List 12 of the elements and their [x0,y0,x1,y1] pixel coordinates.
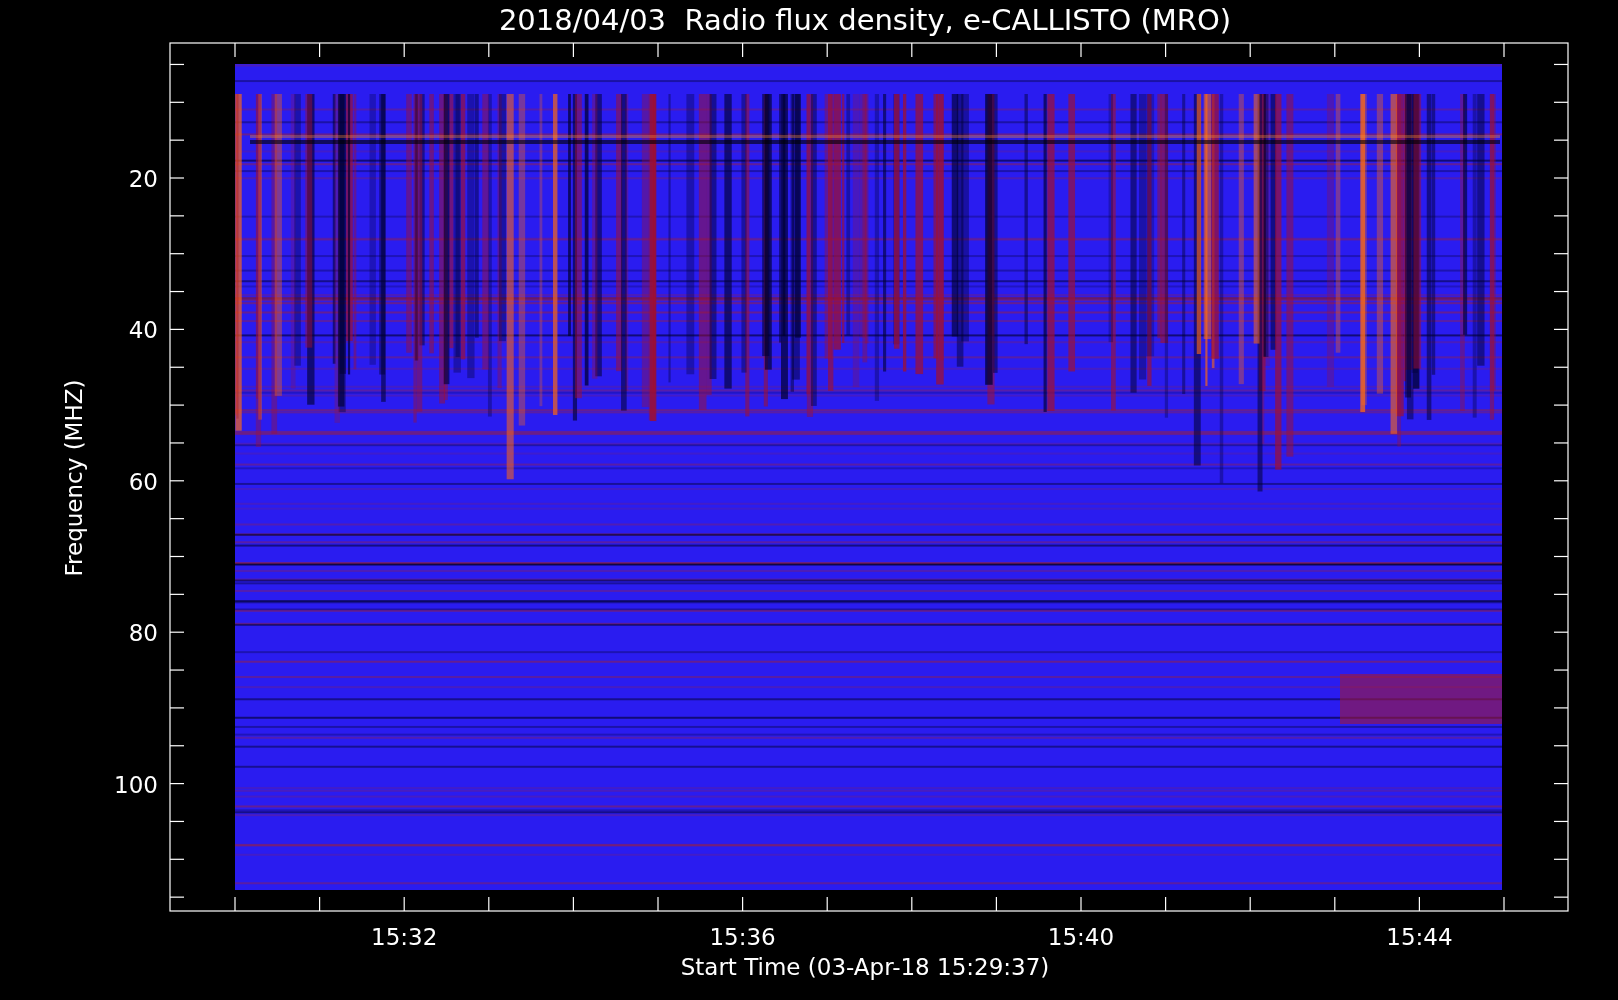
y-tick-label: 100 [114,771,158,798]
y-tick-label: 60 [128,468,158,495]
x-tick-label: 15:44 [1386,924,1453,950]
y-tick-label: 40 [128,317,158,344]
y-tick-label: 20 [128,166,158,192]
x-tick-label: 15:36 [709,924,776,950]
y-tick-label: 80 [128,620,158,647]
x-tick-label: 15:32 [371,924,438,950]
x-axis-label: Start Time (03-Apr-18 15:29:37) [680,954,1050,980]
x-tick-label: 15:40 [1047,924,1115,950]
y-axis-label: Frequency (MHZ) [61,379,87,577]
chart-title: 2018/04/03 Radio flux density, e-CALLISTO (MRO) [498,3,1232,37]
